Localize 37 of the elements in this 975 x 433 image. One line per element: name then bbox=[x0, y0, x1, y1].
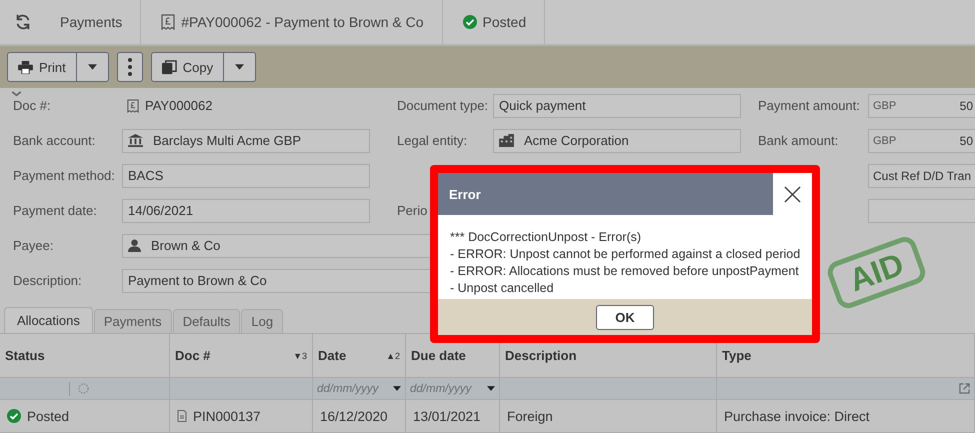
sort-indicator: ▲2 bbox=[386, 350, 400, 360]
field-value: 50 bbox=[960, 98, 973, 112]
sort-indicator: ▼3 bbox=[293, 350, 307, 360]
field-label: Payment date: bbox=[13, 203, 97, 218]
field-label: Payment method: bbox=[13, 168, 115, 183]
field-value: Cust Ref D/D Tran bbox=[873, 168, 972, 182]
field-label: Document type: bbox=[397, 98, 488, 113]
table-cell: Purchase invoice: Direct bbox=[717, 400, 975, 433]
field-value: 14/06/2021 bbox=[128, 203, 194, 218]
error-message: - Unpost cancelled bbox=[450, 280, 555, 297]
table-cell: Foreign bbox=[500, 400, 717, 433]
field-value: BACS bbox=[128, 168, 164, 183]
field-value: Acme Corporation bbox=[524, 133, 629, 148]
table-cell: 16/12/2020 bbox=[313, 400, 406, 433]
field-value: Quick payment bbox=[499, 98, 586, 113]
field-value: 50 bbox=[960, 134, 973, 148]
error-message: - ERROR: Unpost cannot be performed against a closed period bbox=[450, 246, 800, 263]
error-message: - ERROR: Allocations must be removed before unpostPayment bbox=[450, 263, 800, 280]
field-label: Doc #: bbox=[13, 98, 51, 113]
field-label: Bank account: bbox=[13, 133, 96, 148]
field-value: Barclays Multi Acme GBP bbox=[153, 133, 302, 148]
table-cell: PIN000137 bbox=[170, 400, 313, 433]
field-label: Bank amount: bbox=[758, 133, 838, 148]
field-label: Perio bbox=[397, 203, 428, 218]
table-cell: 13/01/2021 bbox=[406, 400, 500, 433]
error-message: *** DocCorrectionUnpost - Error(s) bbox=[450, 229, 642, 246]
field-label: Payee: bbox=[13, 238, 54, 253]
field-value: Payment to Brown & Co bbox=[128, 273, 267, 288]
currency-code: GBP bbox=[873, 100, 896, 112]
dialog-title: Error bbox=[448, 186, 481, 202]
table-cell: Posted bbox=[0, 400, 170, 433]
field-label: Payment amount: bbox=[758, 98, 860, 113]
field-value: Brown & Co bbox=[151, 238, 220, 253]
field-label: Legal entity: bbox=[397, 133, 468, 148]
field-value: PAY000062 bbox=[145, 98, 212, 113]
field-label: Description: bbox=[13, 273, 82, 288]
currency-code: GBP bbox=[873, 134, 896, 146]
